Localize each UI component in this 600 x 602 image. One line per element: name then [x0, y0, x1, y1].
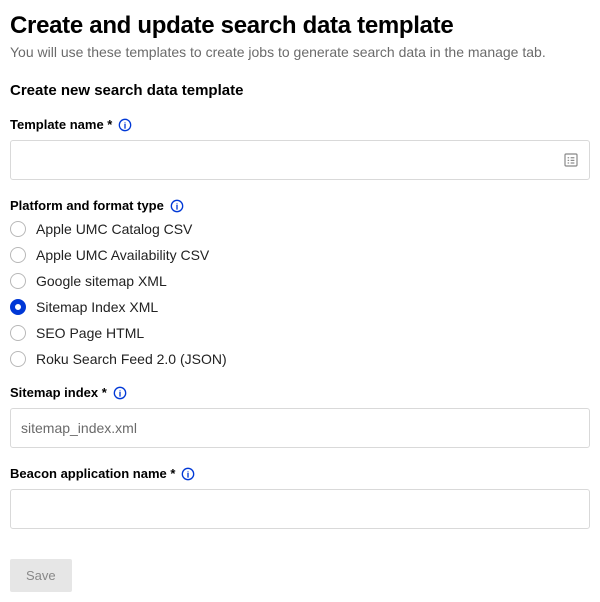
save-button[interactable]: Save: [10, 559, 72, 592]
radio-label: Google sitemap XML: [36, 273, 167, 289]
radio-google-sitemap-xml[interactable]: Google sitemap XML: [10, 273, 590, 289]
radio-seo-page-html[interactable]: SEO Page HTML: [10, 325, 590, 341]
platform-format-label-text: Platform and format type: [10, 198, 164, 213]
info-icon[interactable]: [118, 118, 132, 132]
radio-apple-umc-catalog[interactable]: Apple UMC Catalog CSV: [10, 221, 590, 237]
radio-indicator: [10, 273, 26, 289]
info-icon[interactable]: [113, 386, 127, 400]
info-icon[interactable]: [181, 467, 195, 481]
sitemap-index-label-text: Sitemap index *: [10, 385, 107, 400]
template-name-label-text: Template name *: [10, 117, 112, 132]
section-title: Create new search data template: [10, 82, 590, 99]
radio-indicator: [10, 221, 26, 237]
platform-format-field: Platform and format type Apple UMC Catal…: [10, 198, 590, 367]
radio-label: Apple UMC Availability CSV: [36, 247, 209, 263]
template-name-field: Template name *: [10, 117, 590, 180]
info-icon[interactable]: [170, 199, 184, 213]
page-subtitle: You will use these templates to create j…: [10, 44, 590, 60]
beacon-app-name-input[interactable]: [10, 489, 590, 529]
template-name-input[interactable]: [10, 140, 590, 180]
radio-apple-umc-availability[interactable]: Apple UMC Availability CSV: [10, 247, 590, 263]
page-title: Create and update search data template: [10, 12, 590, 40]
form-icon: [562, 151, 580, 169]
template-name-label: Template name *: [10, 117, 590, 132]
radio-roku-search-feed[interactable]: Roku Search Feed 2.0 (JSON): [10, 351, 590, 367]
radio-sitemap-index-xml[interactable]: Sitemap Index XML: [10, 299, 590, 315]
radio-indicator: [10, 247, 26, 263]
platform-format-radio-group: Apple UMC Catalog CSV Apple UMC Availabi…: [10, 221, 590, 367]
radio-label: Sitemap Index XML: [36, 299, 158, 315]
platform-format-label: Platform and format type: [10, 198, 590, 213]
beacon-app-name-field: Beacon application name *: [10, 466, 590, 529]
radio-indicator: [10, 351, 26, 367]
radio-label: Apple UMC Catalog CSV: [36, 221, 192, 237]
beacon-app-name-label-text: Beacon application name *: [10, 466, 175, 481]
beacon-app-name-label: Beacon application name *: [10, 466, 590, 481]
radio-label: Roku Search Feed 2.0 (JSON): [36, 351, 227, 367]
radio-indicator: [10, 325, 26, 341]
sitemap-index-label: Sitemap index *: [10, 385, 590, 400]
sitemap-index-input[interactable]: [10, 408, 590, 448]
radio-indicator: [10, 299, 26, 315]
radio-label: SEO Page HTML: [36, 325, 144, 341]
sitemap-index-field: Sitemap index *: [10, 385, 590, 448]
